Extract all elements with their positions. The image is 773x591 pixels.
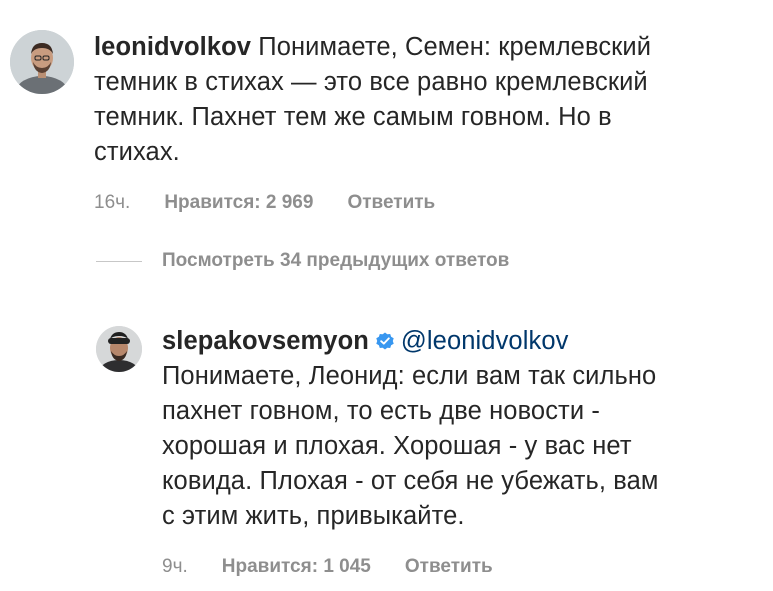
reply-text: slepakovsemyon @leonidvolkov Понимаете, Л… [162, 324, 659, 534]
comment-time[interactable]: 16ч. [94, 192, 130, 214]
replies-divider-line [96, 260, 142, 262]
comment-text-line: Понимаете, Семен: кремлевский [258, 33, 652, 61]
comment-text-line: темник в стихах — это все равно кремлевс… [94, 68, 648, 96]
reply-body: slepakovsemyon @leonidvolkov Понимаете, Л… [142, 324, 659, 578]
reply-button[interactable]: Ответить [347, 192, 435, 214]
comment-text: leonidvolkov Понимаете, Семен: кремлевск… [94, 30, 651, 170]
reply-slepakovsemyon: slepakovsemyon @leonidvolkov Понимаете, Л… [96, 324, 756, 578]
verified-badge-icon [375, 326, 395, 350]
view-replies-label: Посмотреть 34 предыдущих ответов [162, 250, 510, 271]
comment-leonidvolkov: leonidvolkov Понимаете, Семен: кремлевск… [10, 30, 750, 214]
reply-username[interactable]: slepakovsemyon [162, 327, 369, 355]
reply-button[interactable]: Ответить [405, 556, 493, 578]
reply-text-line: хорошая и плохая. Хорошая - у вас нет [162, 432, 632, 460]
comment-body: leonidvolkov Понимаете, Семен: кремлевск… [74, 30, 651, 214]
reply-likes[interactable]: Нравится: 1 045 [222, 556, 371, 578]
reply-text-line: пахнет говном, то есть две новости - [162, 397, 600, 425]
view-previous-replies[interactable]: Посмотреть 34 предыдущих ответов [96, 250, 509, 272]
comment-text-line: стихах. [94, 138, 180, 166]
avatar-slepakovsemyon[interactable] [96, 326, 142, 372]
comment-username[interactable]: leonidvolkov [94, 33, 251, 61]
avatar-leonidvolkov[interactable] [10, 30, 74, 94]
avatar-photo [10, 30, 74, 94]
reply-text-line: ковида. Плохая - от себя не убежать, вам [162, 467, 659, 495]
comment-text-line: темник. Пахнет тем же самым говном. Но в [94, 103, 612, 131]
avatar-photo [96, 326, 142, 372]
reply-time[interactable]: 9ч. [162, 556, 188, 578]
reply-meta: 9ч. Нравится: 1 045 Ответить [162, 556, 659, 578]
reply-text-line: с этим жить, привыкайте. [162, 502, 465, 530]
mention-link[interactable]: @leonidvolkov [401, 327, 569, 355]
reply-text-line: Понимаете, Леонид: если вам так сильно [162, 362, 657, 390]
comment-likes[interactable]: Нравится: 2 969 [164, 192, 313, 214]
comment-meta: 16ч. Нравится: 2 969 Ответить [94, 192, 651, 214]
